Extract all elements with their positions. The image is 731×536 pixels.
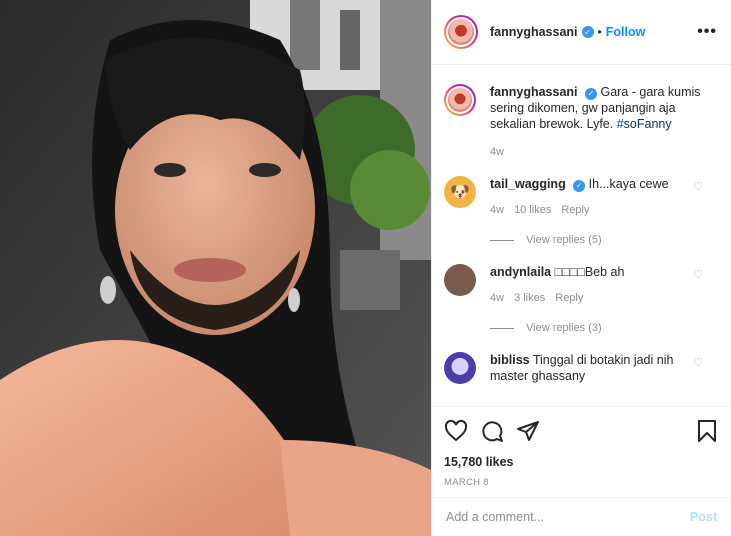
more-options-icon[interactable]: ••• [697,23,717,41]
like-comment-heart-icon[interactable]: ♡ [693,268,703,281]
comment-username[interactable]: andynlaila [490,265,551,279]
comment-username[interactable]: tail_wagging [490,177,566,191]
caption-username[interactable]: fannyghassani [490,85,578,99]
like-comment-heart-icon[interactable]: ♡ [693,356,703,369]
view-replies-label: View replies (3) [526,322,602,334]
view-replies-button[interactable]: View replies (5) [490,234,717,246]
avatar-image [448,19,474,45]
comment-username[interactable]: bibliss [490,353,530,367]
reply-button[interactable]: Reply [555,290,583,306]
caption-avatar[interactable] [444,84,476,116]
dog-icon: 🐶 [450,184,470,201]
post-details-panel: fannyghassani ✓ • Follow ••• fannyghassa… [431,0,731,536]
verified-badge-icon: ✓ [581,26,594,38]
add-comment-bar: Post [432,497,731,536]
view-replies-label: View replies (5) [526,234,602,246]
save-bookmark-icon[interactable] [695,419,719,443]
commenter-avatar[interactable]: 🐶 [444,176,476,208]
comments-list[interactable]: fannyghassani ✓ Gara - gara kumis sering… [432,66,731,406]
post-comment-button[interactable]: Post [690,510,717,524]
author-avatar[interactable] [444,15,478,49]
post-date[interactable]: MARCH 8 [444,477,719,488]
separator-dot: • [597,25,602,39]
comment-bubble-icon[interactable] [480,419,504,443]
comment-text: Ih...kaya cewe [588,177,669,191]
reply-button[interactable]: Reply [561,202,589,218]
post-header: fannyghassani ✓ • Follow ••• [432,0,731,65]
share-paper-plane-icon[interactable] [516,419,540,443]
comment-item: andynlaila □□□□Beb ah 4w 3 likes Reply ♡ [444,264,717,306]
post-photo[interactable] [0,0,431,536]
follow-button[interactable]: Follow [606,25,646,39]
like-heart-icon[interactable] [444,419,468,443]
divider-line [490,239,514,241]
likes-count[interactable]: 15,780 likes [444,455,719,469]
verified-badge-icon: ✓ [573,180,586,192]
caption-time[interactable]: 4w [490,144,504,160]
author-username[interactable]: fannyghassani [490,25,578,39]
comment-time[interactable]: 4w [490,290,504,306]
post-actions: 15,780 likes MARCH 8 [432,406,731,488]
commenter-avatar[interactable] [444,264,476,296]
view-replies-button[interactable]: View replies (3) [490,322,717,334]
verified-badge-icon: ✓ [585,88,598,100]
comment-item: bibliss Tinggal di botakin jadi nih mast… [444,352,717,384]
caption-hashtag[interactable]: #soFanny [617,117,672,131]
comment-likes[interactable]: 10 likes [514,202,551,218]
comment-time[interactable]: 4w [490,202,504,218]
comment-text: □□□□Beb ah [554,265,625,279]
commenter-avatar[interactable] [444,352,476,384]
comment-input[interactable] [446,510,690,524]
caption: fannyghassani ✓ Gara - gara kumis sering… [444,84,717,160]
avatar-image [448,88,472,112]
comment-item: 🐶 tail_wagging ✓ Ih...kaya cewe 4w 10 li… [444,176,717,218]
divider-line [490,327,514,329]
comment-likes[interactable]: 3 likes [514,290,545,306]
like-comment-heart-icon[interactable]: ♡ [693,180,703,193]
